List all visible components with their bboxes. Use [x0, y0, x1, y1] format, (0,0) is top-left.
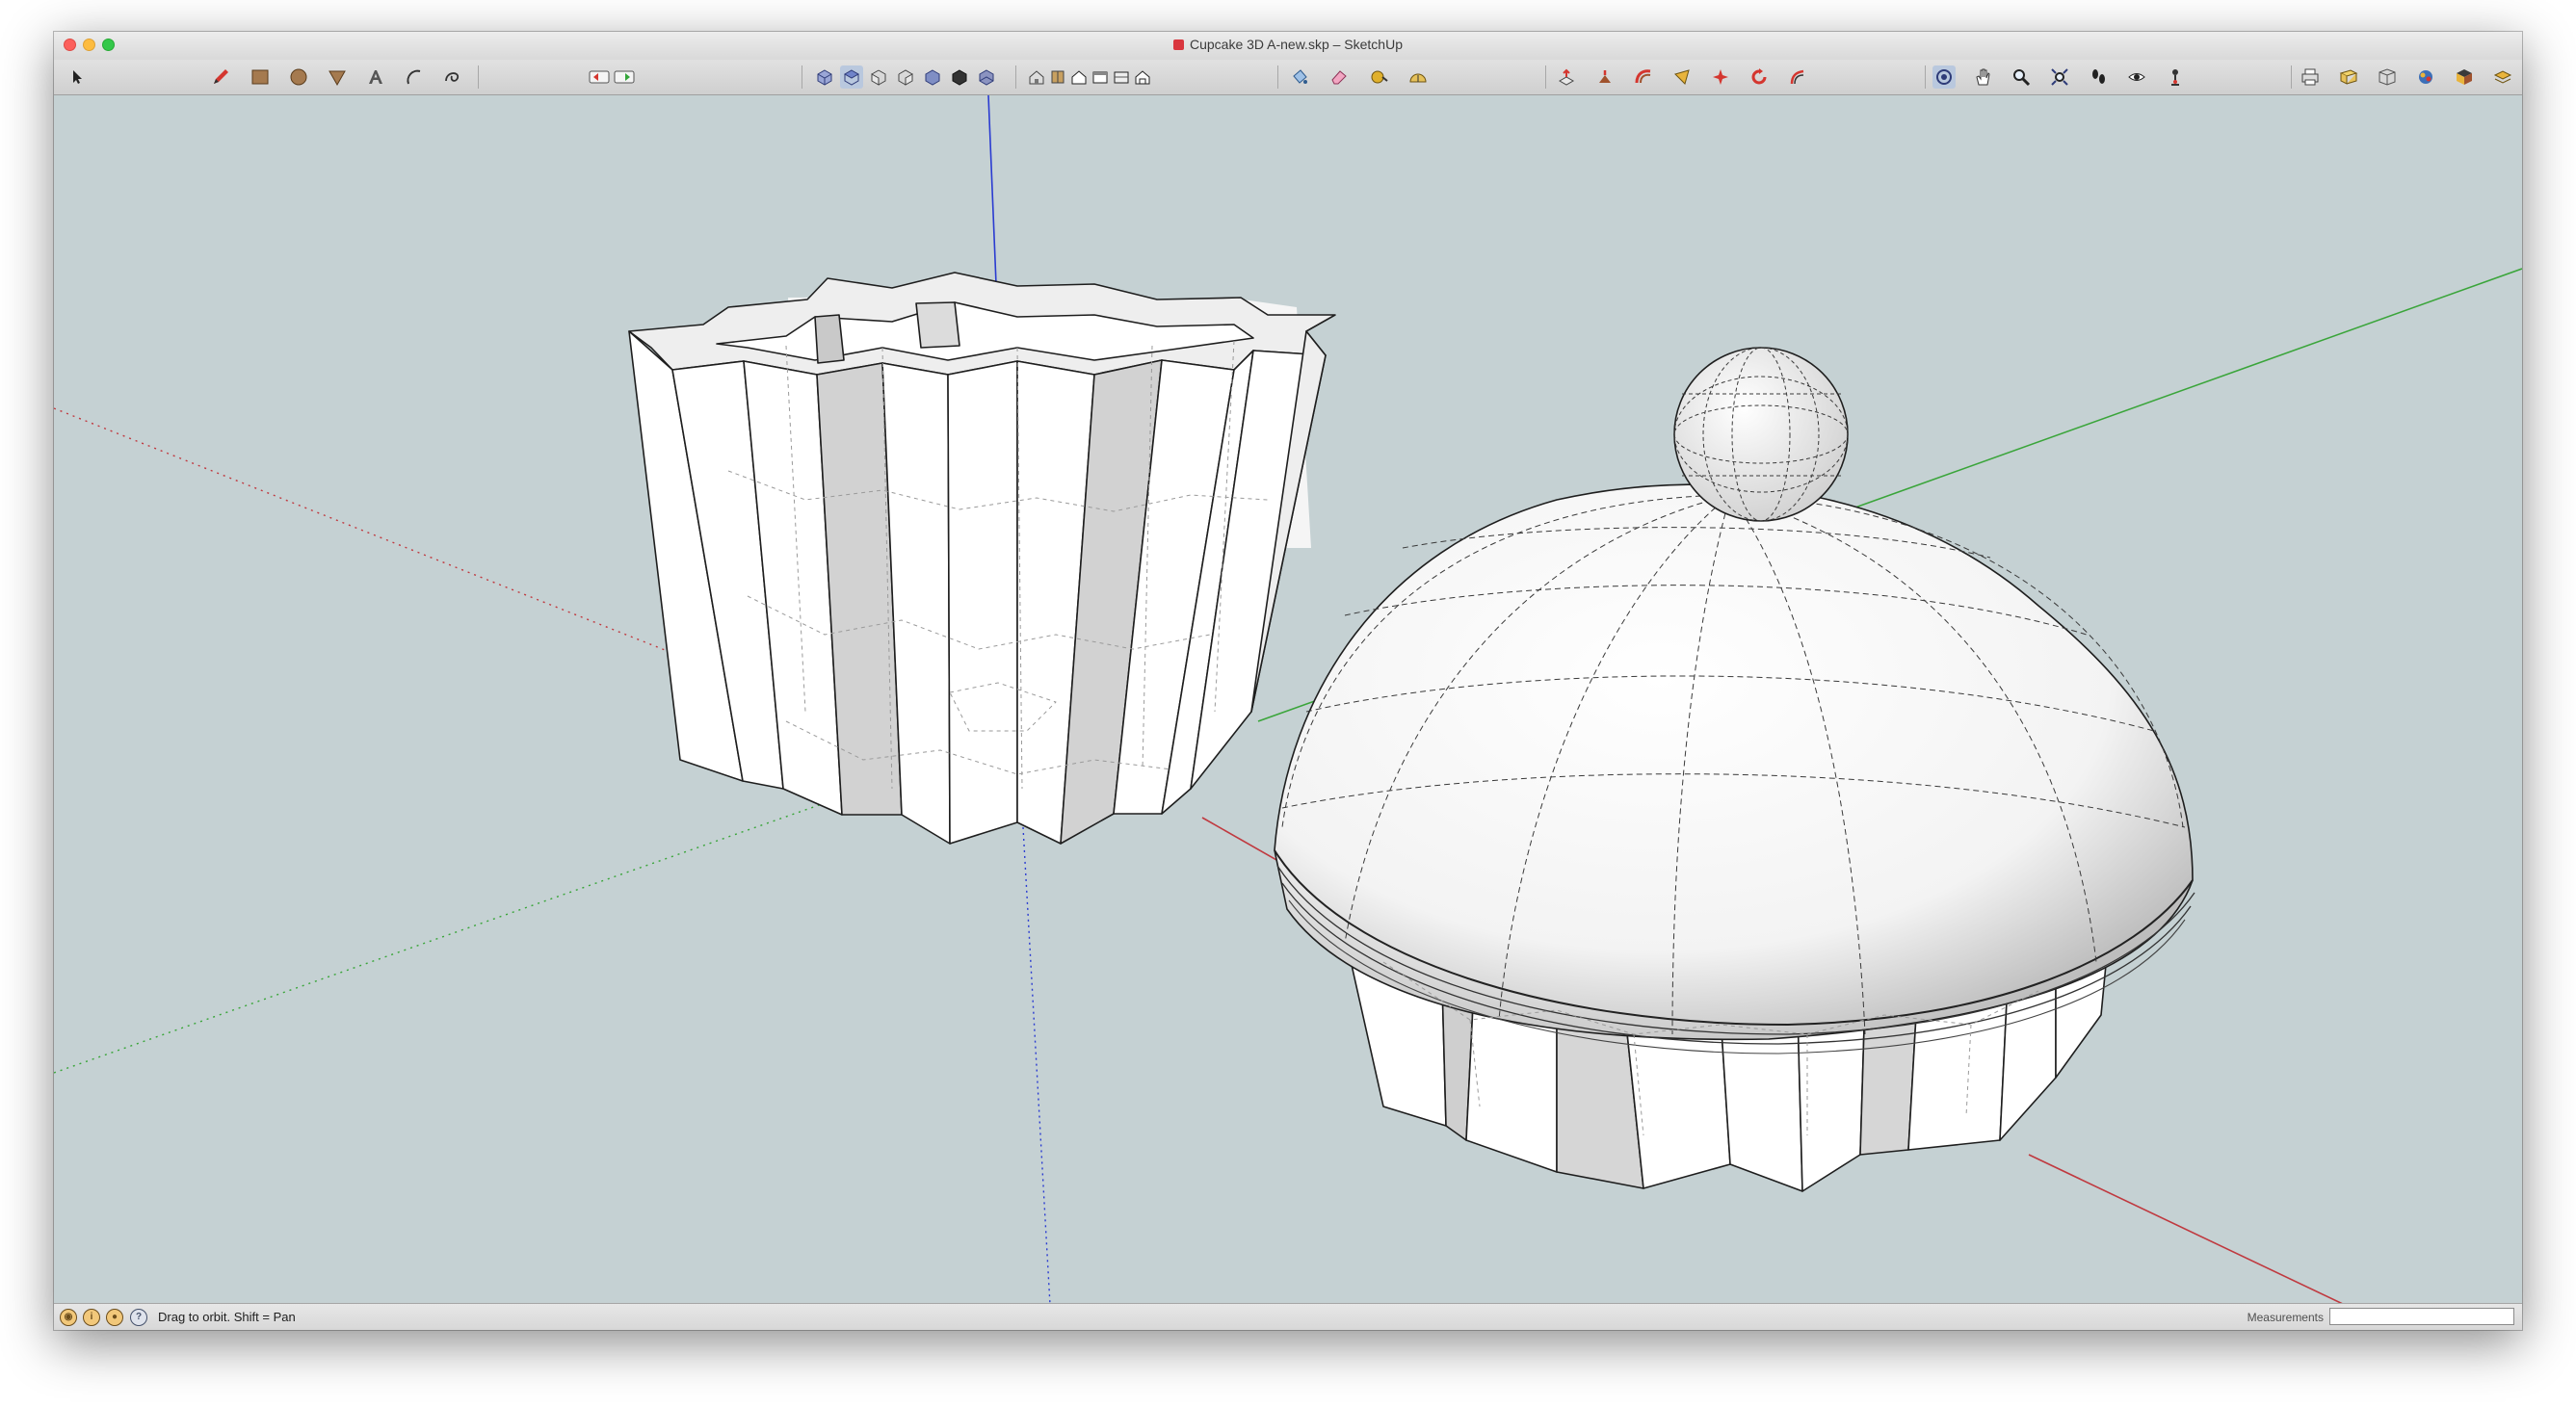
print-icon[interactable] — [2299, 65, 2322, 89]
iso-view-icon[interactable] — [813, 65, 836, 89]
styles-icon[interactable] — [2453, 65, 2476, 89]
main-toolbar — [54, 60, 2522, 95]
select-tool-icon[interactable] — [66, 65, 89, 89]
measurements-input[interactable] — [2329, 1308, 2514, 1325]
status-bar: ◉ i ● ? Drag to orbit. Shift = Pan Measu… — [54, 1303, 2522, 1330]
circle-tool-icon[interactable] — [287, 65, 310, 89]
credits-icon[interactable]: i — [83, 1309, 100, 1326]
xray-style-icon[interactable] — [1025, 65, 1048, 89]
orbit-icon[interactable] — [1932, 65, 1956, 89]
title-bar: Cupcake 3D A-new.skp – SketchUp — [54, 32, 2522, 61]
monochrome-style-icon[interactable] — [1131, 65, 1154, 89]
pan-icon[interactable] — [1971, 65, 1994, 89]
bottom-view-icon[interactable] — [975, 65, 998, 89]
measurements-label: Measurements — [2247, 1311, 2324, 1324]
hidden-line-style-icon[interactable] — [1067, 65, 1091, 89]
polygon-tool-icon[interactable] — [326, 65, 349, 89]
right-view-icon[interactable] — [894, 65, 917, 89]
sketchup-window: Cupcake 3D A-new.skp – SketchUp ◉ i ● ? … — [54, 32, 2522, 1330]
arc-tool-icon[interactable] — [403, 65, 426, 89]
tape-measure-icon[interactable] — [1367, 65, 1390, 89]
text-tool-icon[interactable] — [364, 65, 387, 89]
left-view-icon[interactable] — [948, 65, 971, 89]
materials-icon[interactable] — [2414, 65, 2437, 89]
undo-icon[interactable] — [588, 65, 611, 89]
toolbar-separator — [478, 65, 479, 89]
components-icon[interactable] — [2376, 65, 2399, 89]
position-camera-icon[interactable] — [2164, 65, 2187, 89]
layers-icon[interactable] — [2491, 65, 2514, 89]
cupcake-liner-model[interactable] — [628, 272, 1336, 845]
pencil-tool-icon[interactable] — [209, 65, 232, 89]
window-title-text: Cupcake 3D A-new.skp – SketchUp — [1189, 37, 1403, 52]
look-around-icon[interactable] — [2125, 65, 2148, 89]
cupcake-model[interactable] — [1274, 347, 2195, 1192]
zoom-extents-icon[interactable] — [2048, 65, 2071, 89]
toolbar-separator — [1015, 65, 1016, 89]
back-view-icon[interactable] — [921, 65, 944, 89]
offset-icon[interactable] — [1632, 65, 1655, 89]
eraser-icon[interactable] — [1327, 65, 1351, 89]
model-viewport[interactable] — [54, 94, 2522, 1330]
model-info-icon[interactable] — [2337, 65, 2360, 89]
scale-handle-icon[interactable] — [1786, 65, 1809, 89]
shaded-style-icon[interactable] — [1089, 65, 1112, 89]
protractor-icon[interactable] — [1406, 65, 1430, 89]
freehand-tool-icon[interactable] — [441, 65, 464, 89]
walk-icon[interactable] — [2087, 65, 2110, 89]
front-view-icon[interactable] — [867, 65, 890, 89]
move-icon[interactable] — [1670, 65, 1694, 89]
window-title: Cupcake 3D A-new.skp – SketchUp — [54, 37, 2522, 52]
toolbar-separator — [1277, 65, 1278, 89]
top-view-icon[interactable] — [840, 65, 863, 89]
zoom-icon[interactable] — [2010, 65, 2033, 89]
help-icon[interactable]: ? — [130, 1309, 147, 1326]
rectangle-tool-icon[interactable] — [249, 65, 272, 89]
document-icon — [1172, 39, 1184, 50]
shaded-texture-style-icon[interactable] — [1110, 65, 1133, 89]
toolbar-separator — [2291, 65, 2292, 89]
toolbar-separator — [1925, 65, 1926, 89]
wireframe-style-icon[interactable] — [1046, 65, 1069, 89]
push-pull-icon[interactable] — [1555, 65, 1578, 89]
scale-icon[interactable] — [1748, 65, 1771, 89]
rotate-icon[interactable] — [1709, 65, 1732, 89]
geo-location-icon[interactable]: ◉ — [60, 1309, 77, 1326]
model-canvas[interactable] — [54, 94, 2522, 1330]
user-icon[interactable]: ● — [106, 1309, 123, 1326]
status-hint: Drag to orbit. Shift = Pan — [158, 1310, 296, 1324]
redo-icon[interactable] — [613, 65, 636, 89]
toolbar-separator — [1545, 65, 1546, 89]
model-axes — [54, 94, 2522, 1330]
follow-me-icon[interactable] — [1593, 65, 1617, 89]
paint-bucket-icon[interactable] — [1288, 65, 1311, 89]
